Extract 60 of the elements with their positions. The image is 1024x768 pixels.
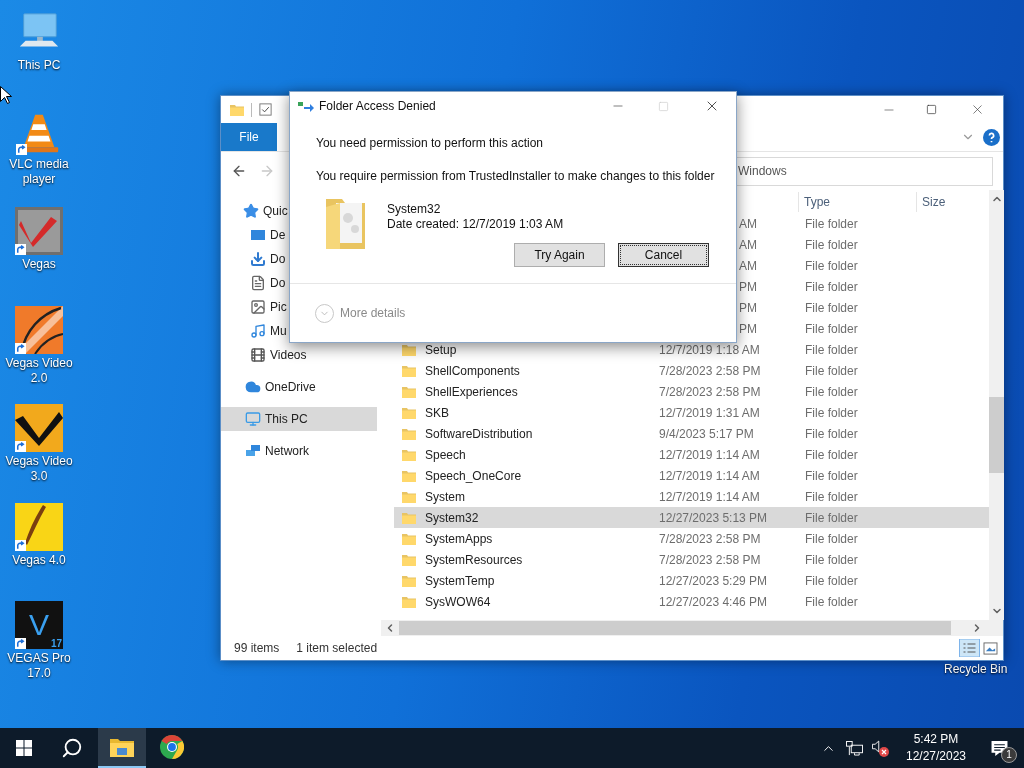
- dialog-message: You require permission from TrustedInstaller to make changes to this folder: [316, 168, 716, 185]
- file-type: File folder: [805, 363, 858, 378]
- file-name: Setup: [425, 341, 457, 359]
- date-modified: AM: [739, 237, 757, 252]
- item-date: Date created: 12/7/2019 1:03 AM: [387, 217, 564, 232]
- file-type: File folder: [805, 342, 858, 357]
- date-modified: 12/27/2023 5:13 PM: [659, 510, 768, 525]
- file-type: File folder: [805, 426, 858, 441]
- date-modified: 12/7/2019 1:31 AM: [659, 405, 760, 420]
- date-modified: AM: [739, 216, 757, 231]
- date-modified: 7/28/2023 2:58 PM: [659, 363, 761, 378]
- file-type: File folder: [805, 594, 858, 609]
- file-name: ShellExperiences: [425, 383, 518, 401]
- date-modified: 12/7/2019 1:14 AM: [659, 489, 760, 504]
- item-count: 99 items: [234, 640, 280, 657]
- file-name: SoftwareDistribution: [425, 425, 533, 443]
- notification-count: 1: [1001, 747, 1017, 763]
- file-name: Speech: [425, 446, 466, 464]
- file-type: File folder: [805, 300, 858, 315]
- selection-status: 1 item selected: [296, 640, 378, 657]
- file-name: SystemApps: [425, 530, 493, 548]
- file-name: System: [425, 488, 465, 506]
- dialog-heading: You need permission to perform this action: [316, 135, 544, 152]
- file-type: File folder: [805, 552, 858, 567]
- file-name: SystemTemp: [425, 572, 495, 590]
- file-type: File folder: [805, 573, 858, 588]
- file-type: File folder: [805, 216, 858, 231]
- file-type: File folder: [805, 321, 858, 336]
- date-modified: 7/28/2023 2:58 PM: [659, 552, 761, 567]
- date-modified: PM: [739, 279, 757, 294]
- date-modified: 12/7/2019 1:14 AM: [659, 468, 760, 483]
- date-modified: AM: [739, 258, 757, 273]
- file-name: Speech_OneCore: [425, 467, 522, 485]
- file-type: File folder: [805, 237, 858, 252]
- date-modified: 7/28/2023 2:58 PM: [659, 384, 761, 399]
- date-modified: 9/4/2023 5:17 PM: [659, 426, 754, 441]
- file-type: File folder: [805, 384, 858, 399]
- date-modified: 12/27/2023 5:29 PM: [659, 573, 768, 588]
- file-type: File folder: [805, 468, 858, 483]
- date-modified: 12/7/2019 1:18 AM: [659, 342, 760, 357]
- file-type: File folder: [805, 447, 858, 462]
- file-type: File folder: [805, 531, 858, 546]
- file-name: SystemResources: [425, 551, 523, 569]
- file-type: File folder: [805, 510, 858, 525]
- dialog-title: Folder Access Denied: [319, 98, 436, 115]
- file-type: File folder: [805, 279, 858, 294]
- file-type: File folder: [805, 405, 858, 420]
- date-modified: 12/27/2023 4:46 PM: [659, 594, 768, 609]
- date-modified: PM: [739, 300, 757, 315]
- file-name: ShellComponents: [425, 362, 520, 380]
- date-modified: 12/7/2019 1:14 AM: [659, 447, 760, 462]
- file-type: File folder: [805, 489, 858, 504]
- file-name: SysWOW64: [425, 593, 491, 611]
- date-modified: PM: [739, 321, 757, 336]
- file-type: File folder: [805, 258, 858, 273]
- vegas-pro-logo-icon: V 17: [15, 601, 63, 649]
- date-modified: 7/28/2023 2:58 PM: [659, 531, 761, 546]
- file-name: SKB: [425, 404, 449, 422]
- file-name: System32: [425, 509, 479, 527]
- item-name: System32: [387, 202, 442, 217]
